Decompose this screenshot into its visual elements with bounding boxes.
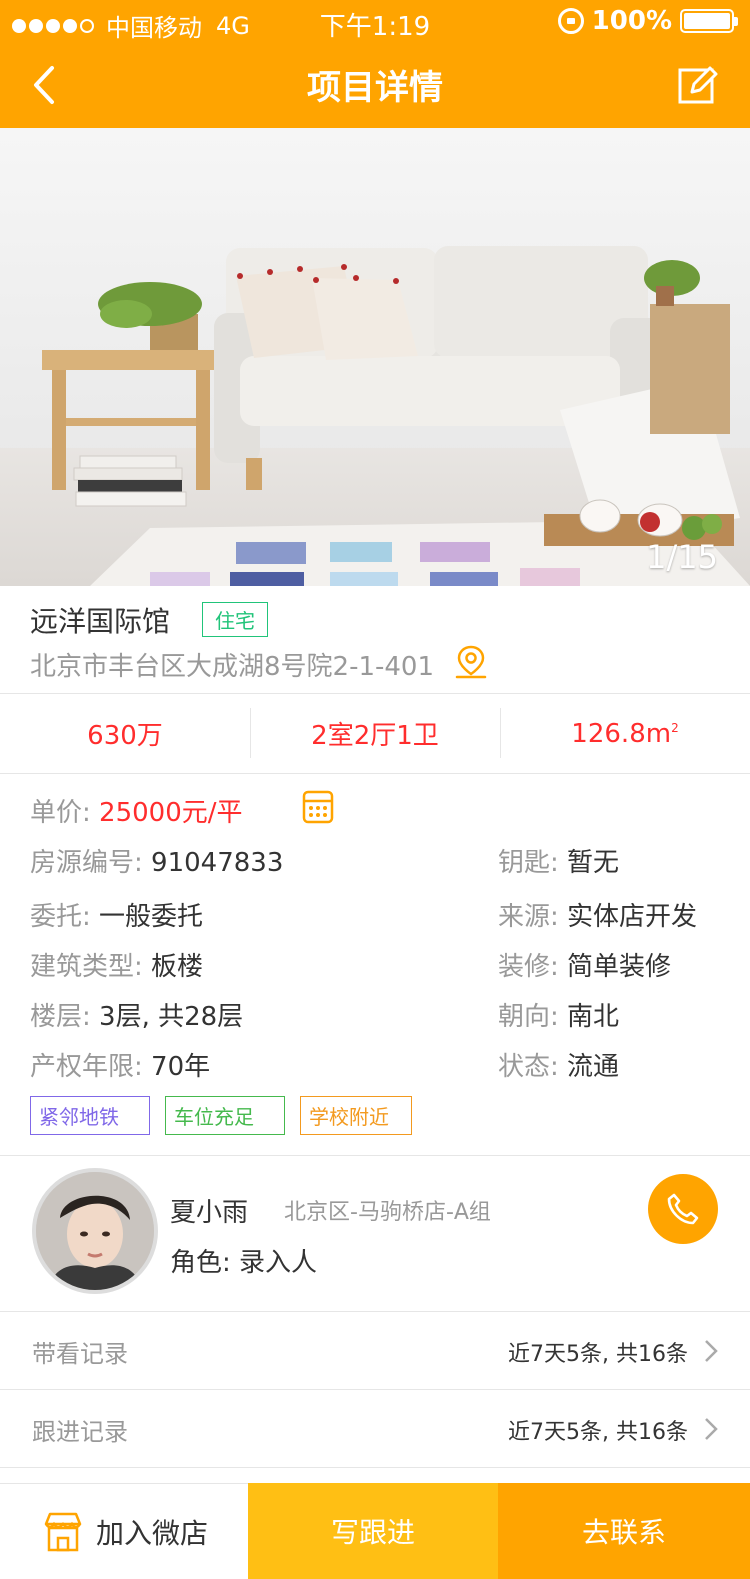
detail-label: 状态: [498, 1052, 559, 1082]
detail-label: 来源: [498, 902, 559, 932]
top-bar: 中国移动 4G 下午1:19 100% 项目详情 [0, 0, 750, 128]
project-name: 远洋国际馆 [30, 605, 171, 638]
feature-tags: 紧邻地铁 车位充足 学校附近 [30, 1096, 412, 1135]
feature-tag: 车位充足 [165, 1096, 285, 1135]
detail-floor: 楼层: 3层, 共28层 [30, 996, 243, 1033]
detail-label: 委托: [30, 902, 91, 932]
agent-role: 角色: 录入人 [170, 1248, 318, 1278]
stat-layout: 2室2厅1卫 [250, 694, 500, 773]
calculator-icon[interactable] [302, 790, 334, 824]
rotation-lock-icon [557, 8, 584, 34]
detail-value: 一般委托 [99, 902, 204, 932]
area-unit: 2 [671, 720, 679, 735]
detail-decoration: 装修: 简单装修 [498, 946, 671, 983]
unit-price-value: 25000元/平 [99, 798, 243, 828]
detail-entrust: 委托: 一般委托 [30, 896, 203, 933]
price-value: 630万 [87, 721, 163, 751]
record-summary: 近7天5条, 共16条 [508, 1342, 688, 1367]
follow-record-row[interactable]: 跟进记录 近7天5条, 共16条 [0, 1390, 750, 1468]
edit-icon[interactable] [676, 62, 722, 108]
agent-name: 夏小雨 [170, 1198, 249, 1228]
write-follow-up-label: 写跟进 [330, 1516, 415, 1549]
detail-key: 钥匙: 暂无 [498, 842, 619, 879]
detail-value: 70年 [151, 1052, 211, 1082]
detail-value: 简单装修 [567, 952, 672, 982]
chevron-right-icon [705, 1418, 718, 1440]
status-bar: 中国移动 4G 下午1:19 100% [0, 0, 750, 44]
battery-percent: 100% [591, 6, 672, 36]
viewing-record-row[interactable]: 带看记录 近7天5条, 共16条 [0, 1312, 750, 1390]
detail-status: 状态: 流通 [498, 1046, 619, 1083]
detail-value: 3层, 共28层 [99, 1002, 244, 1032]
property-details: 单价: 25000元/平 房源编号: 91047833 委托: 一般委托 建筑类… [0, 774, 750, 1156]
layout-value: 2室2厅1卫 [311, 721, 439, 751]
detail-orientation: 朝向: 南北 [498, 996, 619, 1033]
contact-button[interactable]: 去联系 [498, 1483, 750, 1579]
detail-property-years: 产权年限: 70年 [30, 1046, 210, 1083]
detail-label: 钥匙: [498, 848, 559, 878]
detail-value: 91047833 [151, 848, 284, 878]
area-value: 126.8m [571, 718, 672, 749]
record-summary: 近7天5条, 共16条 [508, 1420, 688, 1445]
detail-label: 产权年限: [30, 1052, 143, 1082]
property-photo-gallery[interactable]: 1/15 [0, 128, 750, 586]
call-button[interactable] [648, 1174, 718, 1244]
feature-tag: 紧邻地铁 [30, 1096, 150, 1135]
key-stats: 630万 2室2厅1卫 126.8m 2 [0, 694, 750, 774]
status-right: 100% [557, 6, 738, 36]
detail-value: 流通 [567, 1052, 620, 1082]
record-label: 跟进记录 [32, 1418, 128, 1446]
project-header: 远洋国际馆 住宅 北京市丰台区大成湖8号院2-1-401 [0, 586, 750, 694]
contact-label: 去联系 [581, 1516, 666, 1549]
detail-label: 建筑类型: [30, 952, 143, 982]
detail-label: 房源编号: [30, 848, 143, 878]
detail-label: 装修: [498, 952, 559, 982]
detail-value: 暂无 [567, 848, 620, 878]
write-follow-up-button[interactable]: 写跟进 [248, 1483, 498, 1579]
agent-card: 夏小雨 北京区-马驹桥店-A组 角色: 录入人 [0, 1156, 750, 1312]
bottom-action-bar: 加入微店 写跟进 去联系 [0, 1483, 750, 1579]
project-address: 北京市丰台区大成湖8号院2-1-401 [30, 652, 435, 682]
page-title: 项目详情 [307, 68, 443, 108]
detail-label: 楼层: [30, 1002, 91, 1032]
nav-bar: 项目详情 [0, 44, 750, 128]
agent-avatar [32, 1168, 158, 1294]
detail-value: 板楼 [151, 952, 204, 982]
detail-building-type: 建筑类型: 板楼 [30, 946, 203, 983]
chevron-right-icon [705, 1340, 718, 1362]
detail-house-id: 房源编号: 91047833 [30, 842, 283, 879]
unit-price-row: 单价: 25000元/平 [30, 792, 243, 829]
feature-tag: 学校附近 [300, 1096, 412, 1135]
detail-label: 朝向: [498, 1002, 559, 1032]
stat-price: 630万 [0, 694, 250, 773]
stat-area: 126.8m 2 [500, 694, 750, 773]
record-label: 带看记录 [32, 1340, 128, 1368]
shop-icon [44, 1512, 82, 1551]
gallery-counter: 1/15 [646, 538, 718, 576]
location-pin-icon[interactable] [454, 644, 488, 680]
avatar-portrait [36, 1172, 154, 1290]
battery-icon [680, 9, 738, 33]
property-type-tag: 住宅 [202, 602, 268, 637]
living-room-photo [0, 128, 750, 586]
agent-store: 北京区-马驹桥店-A组 [284, 1200, 491, 1225]
add-to-shop-label: 加入微店 [95, 1516, 208, 1550]
detail-source: 来源: 实体店开发 [498, 896, 697, 933]
detail-value: 实体店开发 [567, 902, 698, 932]
unit-price-label: 单价: [30, 798, 91, 828]
add-to-shop-button[interactable]: 加入微店 [0, 1483, 248, 1579]
phone-icon [667, 1193, 699, 1225]
detail-value: 南北 [567, 1002, 620, 1032]
